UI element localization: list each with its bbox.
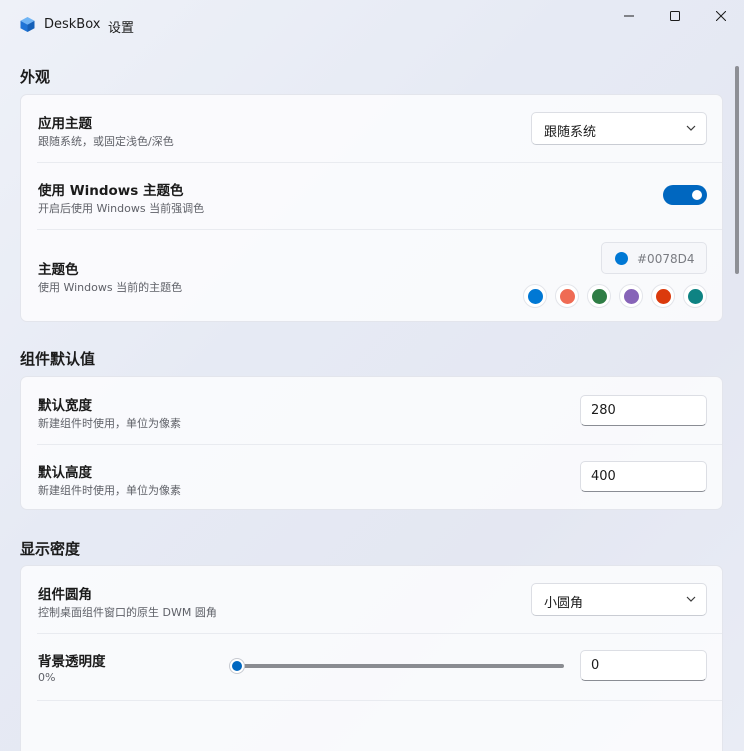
theme-dropdown-value: 跟随系统: [544, 125, 597, 140]
opacity-value-field[interactable]: [580, 650, 707, 681]
theme-row: 应用主题 跟随系统，或固定浅色/深色 跟随系统: [21, 95, 722, 162]
maximize-button[interactable]: [652, 0, 698, 32]
minimize-icon: [624, 15, 634, 17]
minimize-button[interactable]: [606, 0, 652, 32]
windows-accent-title: 使用 Windows 主题色: [38, 183, 184, 199]
default-height-row: 默认高度 新建组件时使用，单位为像素: [21, 444, 722, 511]
opacity-slider-track[interactable]: [234, 664, 564, 668]
theme-title: 应用主题: [38, 116, 92, 132]
window-subtitle: 设置: [108, 21, 135, 36]
opacity-value-input[interactable]: [581, 651, 706, 680]
appearance-card: 应用主题 跟随系统，或固定浅色/深色 跟随系统 使用 Windows 主题色 开…: [20, 94, 723, 322]
theme-desc: 跟随系统，或固定浅色/深色: [38, 135, 174, 148]
corner-desc: 控制桌面组件窗口的原生 DWM 圆角: [38, 606, 217, 619]
section-title-appearance: 外观: [20, 68, 51, 86]
corner-dropdown-value: 小圆角: [544, 596, 584, 611]
windows-accent-row: 使用 Windows 主题色 开启后使用 Windows 当前强调色: [21, 162, 722, 229]
theme-color-hex: #0078D4: [637, 252, 695, 266]
theme-color-hex-field[interactable]: #0078D4: [601, 242, 707, 274]
current-color-dot: [615, 252, 628, 265]
opacity-slider-thumb[interactable]: [230, 659, 244, 673]
corner-dropdown[interactable]: 小圆角: [531, 583, 707, 616]
default-width-field[interactable]: [580, 395, 707, 426]
app-logo-icon: [20, 17, 35, 32]
opacity-title: 背景透明度: [38, 654, 106, 670]
chevron-down-icon: [686, 596, 696, 602]
app-title: DeskBox: [44, 17, 101, 32]
opacity-row: 背景透明度 0%: [21, 633, 722, 700]
color-swatch-green[interactable]: [587, 284, 611, 308]
theme-color-title: 主题色: [38, 262, 79, 278]
close-icon: [716, 11, 726, 21]
section-title-defaults: 组件默认值: [20, 350, 96, 368]
maximize-icon: [670, 11, 680, 21]
default-width-title: 默认宽度: [38, 398, 92, 414]
default-height-input[interactable]: [581, 462, 706, 491]
theme-color-desc: 使用 Windows 当前的主题色: [38, 281, 183, 294]
close-button[interactable]: [698, 0, 744, 32]
windows-accent-toggle[interactable]: [663, 185, 707, 205]
color-swatch-blue[interactable]: [523, 284, 547, 308]
color-swatch-teal[interactable]: [683, 284, 707, 308]
default-width-desc: 新建组件时使用，单位为像素: [38, 417, 181, 430]
section-title-density: 显示密度: [20, 540, 81, 558]
default-height-title: 默认高度: [38, 465, 92, 481]
theme-dropdown[interactable]: 跟随系统: [531, 112, 707, 145]
windows-accent-desc: 开启后使用 Windows 当前强调色: [38, 202, 205, 215]
defaults-card: 默认宽度 新建组件时使用，单位为像素 默认高度 新建组件时使用，单位为像素: [20, 376, 723, 510]
default-height-field[interactable]: [580, 461, 707, 492]
toggle-knob: [692, 190, 702, 200]
corner-title: 组件圆角: [38, 587, 92, 603]
color-swatch-coral[interactable]: [555, 284, 579, 308]
corner-row: 组件圆角 控制桌面组件窗口的原生 DWM 圆角 小圆角: [21, 566, 722, 633]
default-width-row: 默认宽度 新建组件时使用，单位为像素: [21, 377, 722, 444]
color-swatch-orange[interactable]: [651, 284, 675, 308]
title-bar: DeskBox 设置: [0, 0, 744, 50]
scrollbar-thumb[interactable]: [735, 66, 739, 274]
chevron-down-icon: [686, 125, 696, 131]
color-swatch-purple[interactable]: [619, 284, 643, 308]
divider: [37, 700, 722, 701]
opacity-desc: 0%: [38, 671, 56, 684]
density-card: 组件圆角 控制桌面组件窗口的原生 DWM 圆角 小圆角 背景透明度 0%: [20, 565, 723, 751]
default-height-desc: 新建组件时使用，单位为像素: [38, 484, 181, 497]
theme-color-row: 主题色 使用 Windows 当前的主题色 #0078D4: [21, 229, 722, 323]
default-width-input[interactable]: [581, 396, 706, 425]
